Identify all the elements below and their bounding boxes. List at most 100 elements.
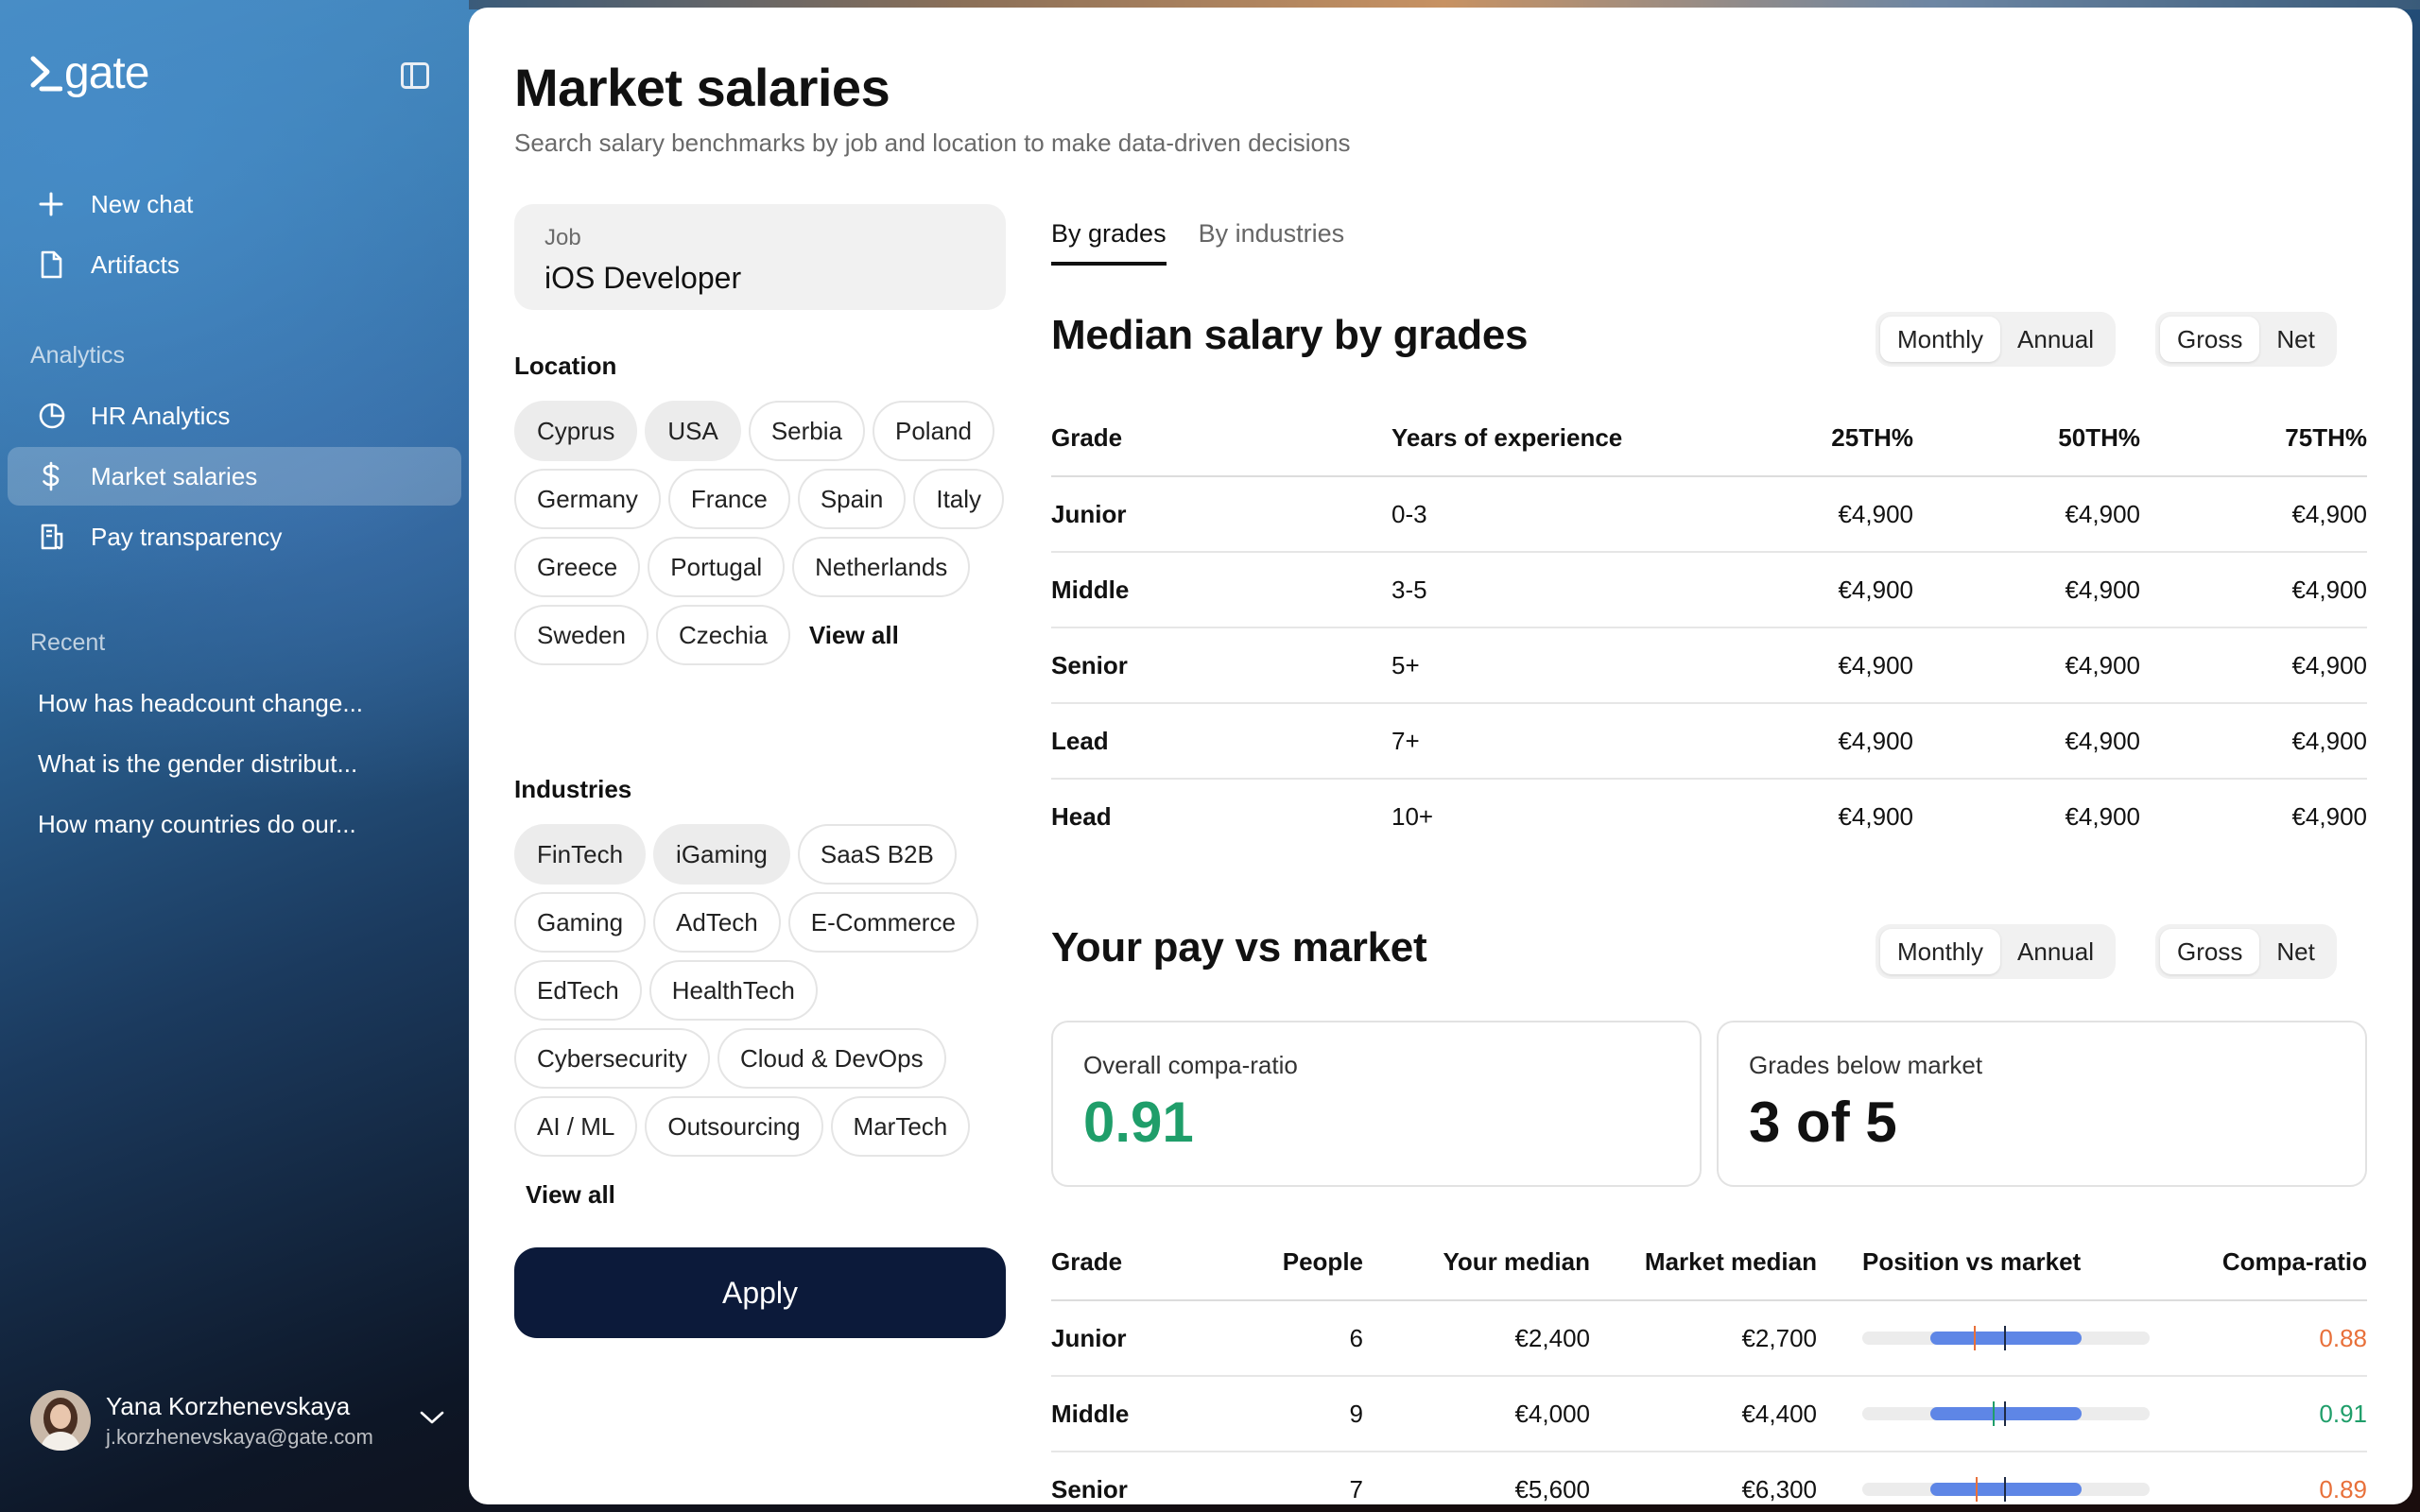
- monthly-toggle[interactable]: Monthly: [1880, 929, 2001, 974]
- nav-new-chat[interactable]: New chat: [8, 175, 461, 233]
- industry-chip[interactable]: HealthTech: [648, 960, 818, 1021]
- p25-cell: €4,900: [1741, 703, 1913, 780]
- location-chip[interactable]: Czechia: [655, 605, 790, 665]
- p50-cell: €4,900: [1913, 703, 2140, 780]
- location-chip[interactable]: USA: [645, 401, 741, 461]
- p50-cell: €4,900: [1913, 627, 2140, 704]
- experience-cell: 0-3: [1392, 476, 1741, 553]
- location-chip[interactable]: Cyprus: [514, 401, 638, 461]
- nav-artifacts[interactable]: Artifacts: [8, 235, 461, 294]
- your-median-cell: €4,000: [1363, 1376, 1590, 1452]
- median-salary-table: Grade Years of experience 25TH% 50TH% 75…: [1051, 401, 2367, 854]
- industry-chip[interactable]: iGaming: [653, 824, 790, 885]
- p25-cell: €4,900: [1741, 476, 1913, 553]
- industry-chip[interactable]: AdTech: [653, 892, 781, 953]
- location-chip[interactable]: Greece: [514, 537, 641, 597]
- location-view-all-link[interactable]: View all: [798, 605, 910, 665]
- tab-by-grades[interactable]: By grades: [1051, 219, 1167, 266]
- document-icon: [8, 250, 68, 279]
- compa-ratio-cell: 0.88: [2157, 1300, 2367, 1377]
- industry-chip[interactable]: Gaming: [514, 892, 647, 953]
- monthly-toggle[interactable]: Monthly: [1880, 317, 2001, 362]
- p75-cell: €4,900: [2140, 703, 2367, 780]
- industry-chip[interactable]: MarTech: [830, 1096, 971, 1157]
- location-chip[interactable]: Poland: [872, 401, 994, 461]
- job-field[interactable]: Job iOS Developer: [514, 204, 1006, 310]
- vs-market-pay-toggle: Gross Net: [2155, 924, 2337, 979]
- experience-cell: 3-5: [1392, 552, 1741, 628]
- column-header: Position vs market: [1817, 1225, 2157, 1301]
- p25-cell: €4,900: [1838, 802, 1913, 831]
- location-chip[interactable]: Portugal: [648, 537, 786, 597]
- your-median-cell: €5,600: [1363, 1452, 1590, 1504]
- location-chip[interactable]: Serbia: [748, 401, 865, 461]
- location-chip[interactable]: Spain: [797, 469, 907, 529]
- median-pay-toggle: Gross Net: [2155, 312, 2337, 367]
- position-bar: [1862, 1401, 2150, 1426]
- nav-hr-analytics[interactable]: HR Analytics: [8, 387, 461, 445]
- logo[interactable]: gate: [30, 47, 149, 99]
- page-title: Market salaries: [514, 58, 890, 117]
- industry-chip[interactable]: FinTech: [514, 824, 647, 885]
- gross-toggle[interactable]: Gross: [2160, 317, 2260, 362]
- nav-pay-transparency[interactable]: Pay transparency: [8, 507, 461, 566]
- table-header-row: Grade Years of experience 25TH% 50TH% 75…: [1051, 401, 2367, 477]
- table-row: Middle 9 €4,000 €4,400 0.91: [1051, 1376, 2367, 1452]
- industry-chip[interactable]: E-Commerce: [787, 892, 978, 953]
- vs-market-section-title: Your pay vs market: [1051, 924, 1427, 971]
- position-range: [1930, 1332, 2082, 1345]
- industry-chip[interactable]: Outsourcing: [645, 1096, 823, 1157]
- card-label: Overall compa-ratio: [1083, 1051, 1298, 1079]
- annual-toggle[interactable]: Annual: [2000, 317, 2111, 362]
- nav-label: Artifacts: [91, 249, 180, 279]
- your-median-marker: [1993, 1401, 1995, 1426]
- gross-toggle[interactable]: Gross: [2160, 929, 2260, 974]
- vs-market-period-toggle: Monthly Annual: [1876, 924, 2117, 979]
- compa-ratio-card: Overall compa-ratio 0.91: [1051, 1021, 1702, 1187]
- location-chip[interactable]: France: [667, 469, 790, 529]
- annual-toggle[interactable]: Annual: [2000, 929, 2111, 974]
- industry-chip[interactable]: EdTech: [514, 960, 642, 1021]
- recent-chat-item[interactable]: How many countries do our...: [38, 810, 356, 839]
- table-header-row: Grade People Your median Market median P…: [1051, 1225, 2367, 1301]
- location-chip[interactable]: Netherlands: [792, 537, 971, 597]
- nav-label: HR Analytics: [91, 401, 231, 430]
- industry-chip[interactable]: SaaS B2B: [797, 824, 957, 885]
- industry-chip[interactable]: Cybersecurity: [514, 1028, 710, 1089]
- people-cell: 9: [1240, 1376, 1363, 1452]
- location-chip[interactable]: Germany: [514, 469, 661, 529]
- location-chips: Cyprus USA Serbia Poland Germany France …: [514, 401, 1015, 665]
- location-chip[interactable]: Italy: [913, 469, 1005, 529]
- median-section-title: Median salary by grades: [1051, 312, 1529, 358]
- apply-button[interactable]: Apply: [514, 1247, 1006, 1338]
- people-cell: 6: [1240, 1300, 1363, 1377]
- grade-cell: Lead: [1051, 703, 1392, 780]
- industry-chips: FinTech iGaming SaaS B2B Gaming AdTech E…: [514, 824, 1015, 1225]
- net-toggle[interactable]: Net: [2259, 929, 2331, 974]
- industry-chip[interactable]: Cloud & DevOps: [717, 1028, 946, 1089]
- table-row: Junior 6 €2,400 €2,700 0.88: [1051, 1300, 2367, 1377]
- your-median-marker: [1974, 1326, 1976, 1350]
- nav-market-salaries[interactable]: Market salaries: [8, 447, 461, 506]
- p25-cell: €4,900: [1741, 552, 1913, 628]
- industry-chip[interactable]: AI / ML: [514, 1096, 638, 1157]
- location-chip[interactable]: Sweden: [514, 605, 648, 665]
- column-header: 50TH%: [1913, 401, 2140, 477]
- tab-by-industries[interactable]: By industries: [1199, 219, 1345, 266]
- table-row: Middle 3-5 €4,900 €4,900 €4,900: [1051, 552, 2367, 628]
- recent-chat-item[interactable]: What is the gender distribut...: [38, 749, 357, 779]
- table-row: Lead 7+ €4,900 €4,900 €4,900: [1051, 703, 2367, 780]
- recent-chat-item[interactable]: How has headcount change...: [38, 689, 363, 718]
- sidebar-toggle-icon[interactable]: [401, 62, 429, 89]
- your-median-cell: €2,400: [1363, 1300, 1590, 1377]
- industries-view-all-link[interactable]: View all: [514, 1164, 627, 1225]
- analytics-section-label: Analytics: [30, 342, 126, 369]
- job-field-value[interactable]: iOS Developer: [544, 261, 976, 296]
- column-header: Years of experience: [1392, 401, 1741, 477]
- position-cell: [1817, 1300, 2157, 1377]
- chevron-down-icon[interactable]: [418, 1408, 446, 1427]
- main-panel: Market salaries Search salary benchmarks…: [469, 8, 2412, 1504]
- user-profile[interactable]: Yana Korzhenevskaya j.korzhenevskaya@gat…: [30, 1387, 446, 1453]
- pie-chart-icon: [8, 402, 68, 430]
- net-toggle[interactable]: Net: [2259, 317, 2331, 362]
